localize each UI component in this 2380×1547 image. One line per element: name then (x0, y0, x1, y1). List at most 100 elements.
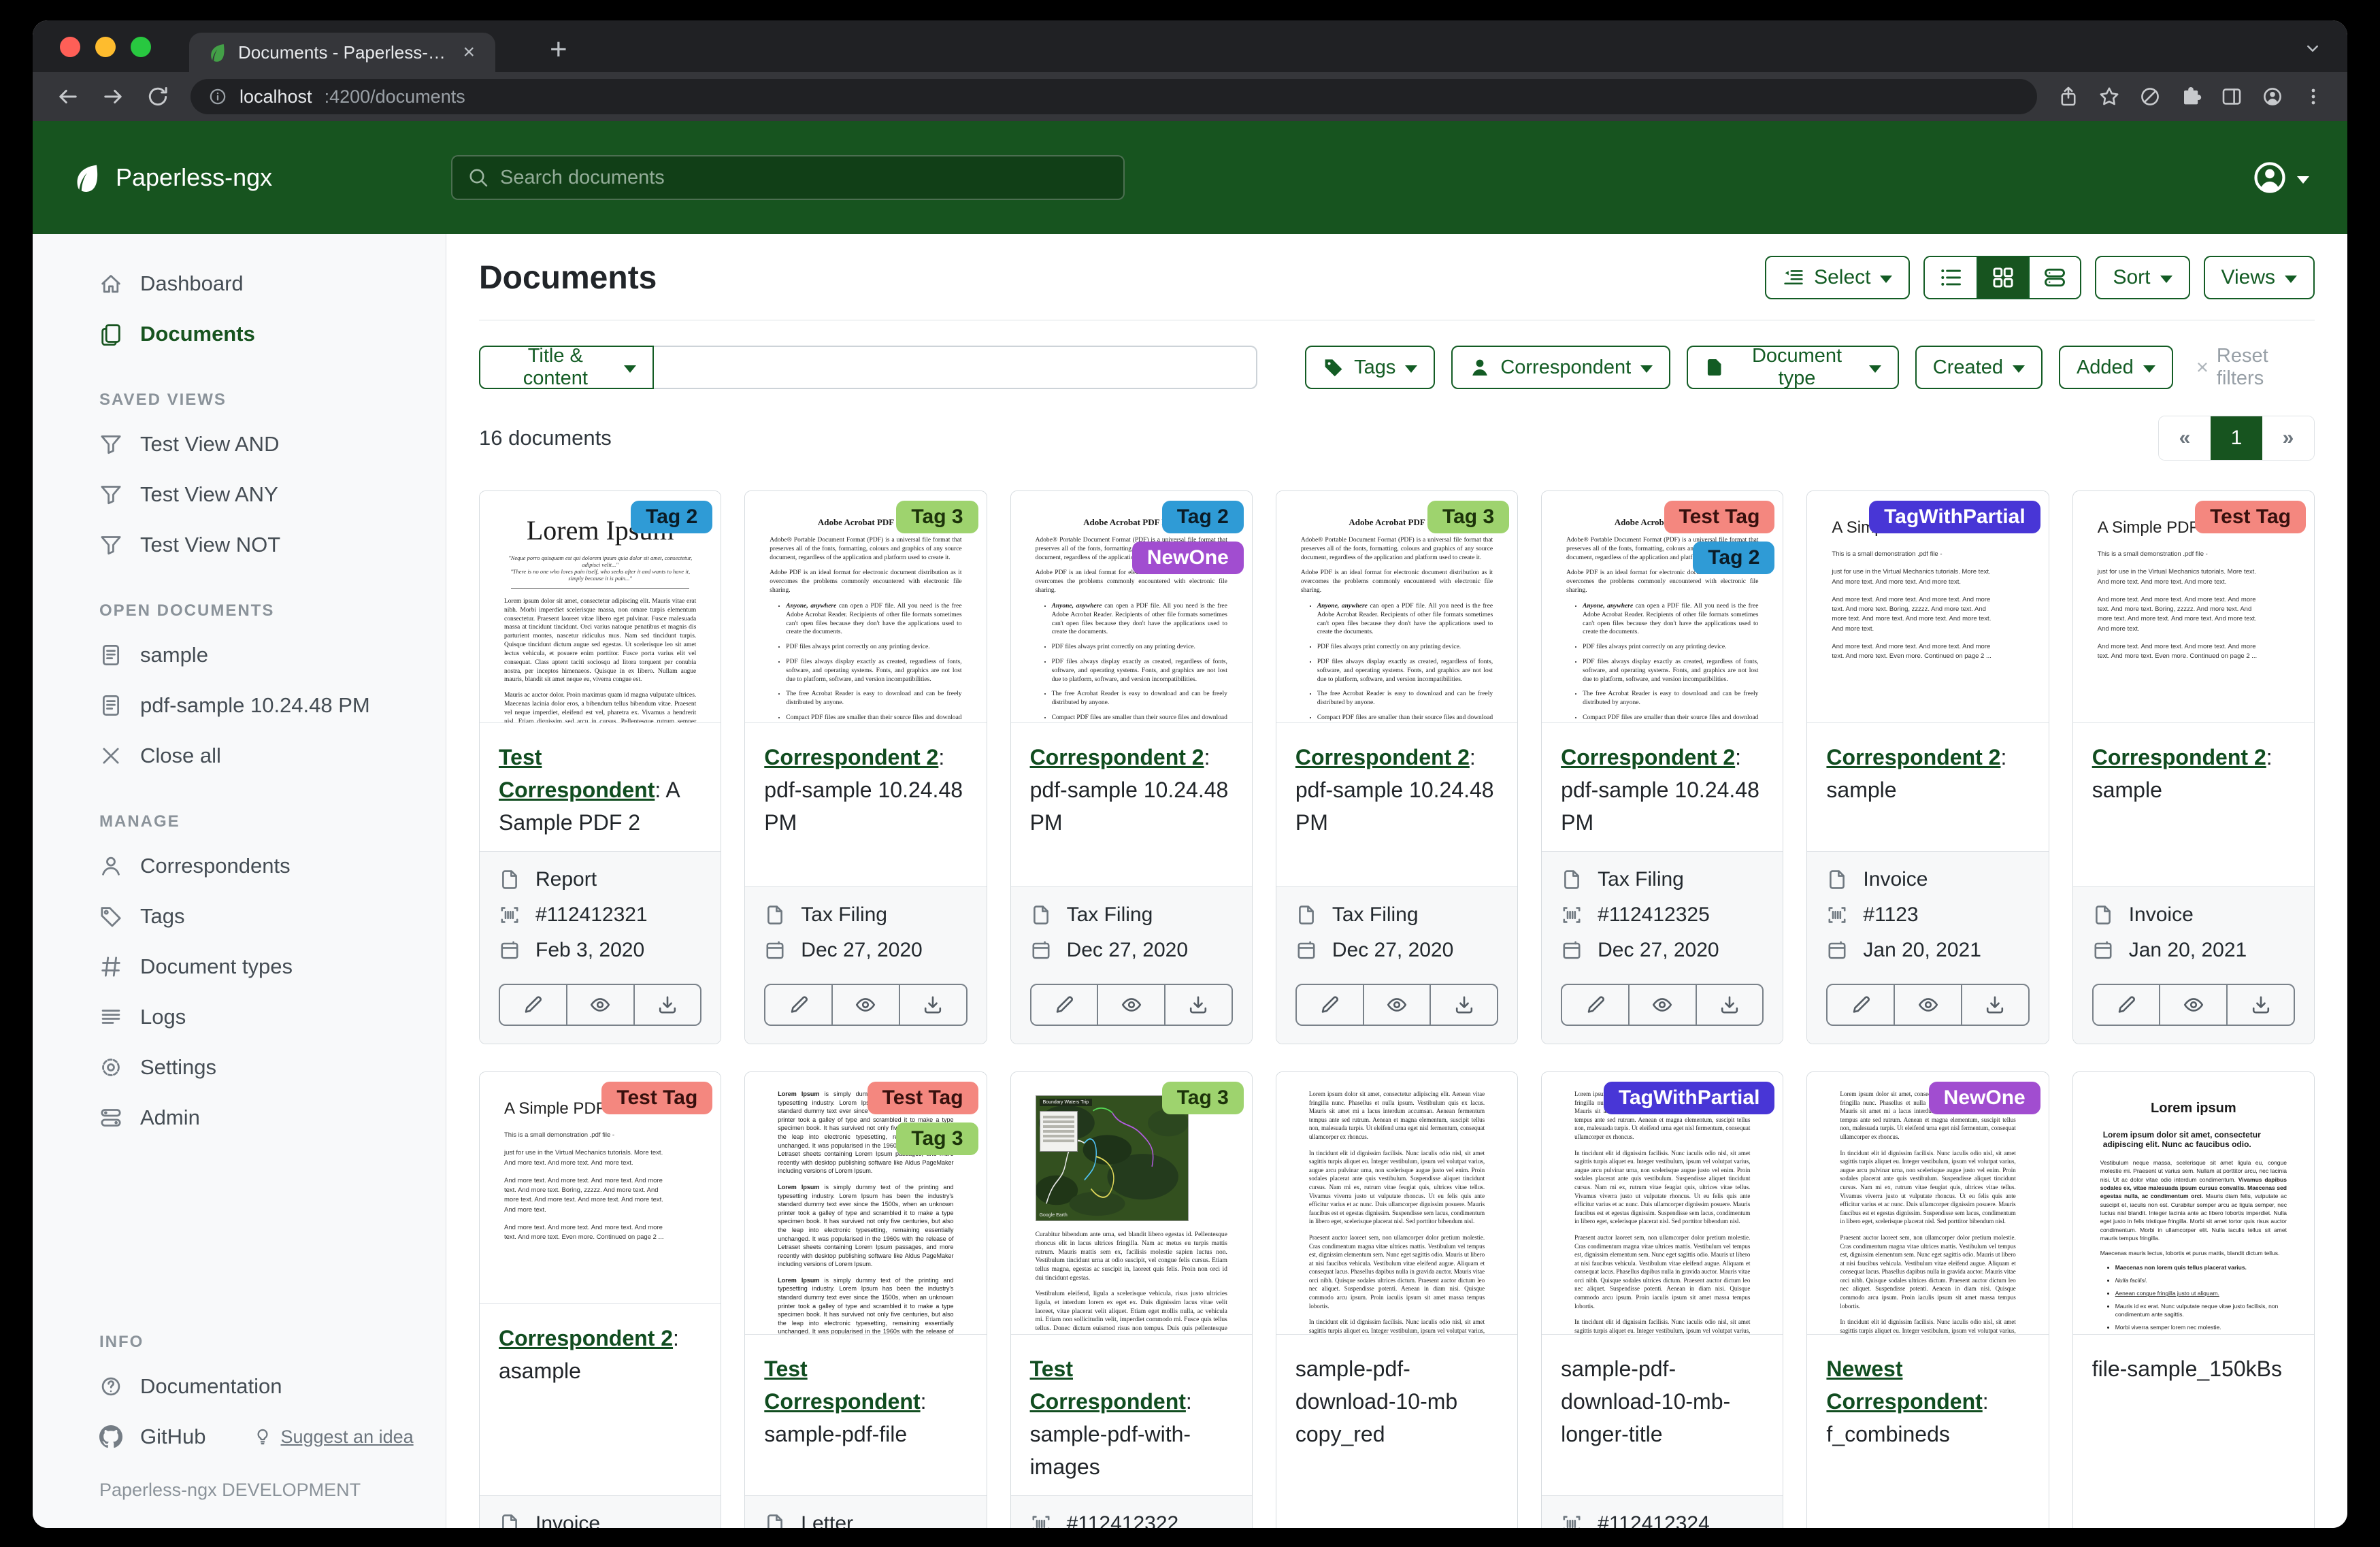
sidebar-item-tags[interactable]: Tags (33, 891, 446, 942)
correspondent-link[interactable]: Correspondent 2 (764, 745, 938, 769)
tag-badge[interactable]: TagWithPartial (1869, 501, 2040, 533)
view-button[interactable] (1628, 985, 1696, 1025)
document-thumbnail[interactable]: Adobe Acrobat PDF FilesAdobe® Portable D… (1542, 491, 1783, 722)
document-thumbnail[interactable]: Lorem ipsumLorem ipsum dolor sit amet, c… (2073, 1072, 2314, 1334)
tag-badge[interactable]: Tag 2 (1693, 542, 1774, 574)
sidebar-item-settings[interactable]: Settings (33, 1042, 446, 1093)
share-icon[interactable] (2057, 86, 2079, 107)
list-view-button[interactable] (1925, 257, 1977, 298)
tag-badge[interactable]: Tag 3 (1162, 1082, 1244, 1114)
tag-badge[interactable]: Test Tag (867, 1082, 978, 1114)
back-icon[interactable] (56, 84, 80, 109)
next-page-button[interactable]: » (2262, 416, 2314, 460)
browser-tab[interactable]: Documents - Paperless-ngx × (189, 33, 495, 72)
tag-badge[interactable]: Test Tag (1664, 501, 1775, 533)
view-button[interactable] (2159, 985, 2226, 1025)
document-thumbnail[interactable]: Lorem ipsum dolor sit amet, consectetur … (1276, 1072, 1517, 1334)
previous-page-button[interactable]: « (2159, 416, 2211, 460)
title-content-dropdown[interactable]: Title & content (479, 346, 654, 389)
tag-badge[interactable]: Tag 3 (896, 1122, 978, 1155)
sidebar-item-pdf-sample-10-24-48-pm[interactable]: pdf-sample 10.24.48 PM (33, 680, 446, 731)
bookmark-star-icon[interactable] (2098, 86, 2120, 107)
select-button[interactable]: Select (1765, 256, 1910, 299)
suggest-an-idea-link[interactable]: Suggest an idea (253, 1427, 413, 1448)
document-thumbnail[interactable]: Lorem Ipsum"Neque porro quisquam est qui… (480, 491, 721, 722)
download-button[interactable] (633, 985, 701, 1025)
edit-button[interactable] (1297, 985, 1363, 1025)
document-thumbnail[interactable]: Lorem ipsum dolor sit amet, consectetur … (1542, 1072, 1783, 1334)
address-bar[interactable]: localhost:4200/documents (191, 79, 2037, 114)
download-button[interactable] (2226, 985, 2294, 1025)
correspondent-link[interactable]: Test Correspondent (1030, 1357, 1186, 1414)
tag-badge[interactable]: NewOne (1132, 542, 1244, 574)
sidebar-item-correspondents[interactable]: Correspondents (33, 841, 446, 891)
view-button[interactable] (1363, 985, 1430, 1025)
sidebar-item-admin[interactable]: Admin (33, 1093, 446, 1143)
document-thumbnail[interactable]: A Simple PDF FileThis is a small demonst… (1807, 491, 2048, 722)
document-thumbnail[interactable]: Boundary Waters TripGoogle EarthCurabitu… (1011, 1072, 1252, 1334)
correspondent-filter-button[interactable]: Correspondent (1451, 346, 1670, 389)
correspondent-link[interactable]: Correspondent 2 (1030, 745, 1204, 769)
correspondent-link[interactable]: Correspondent 2 (2092, 745, 2266, 769)
download-button[interactable] (899, 985, 966, 1025)
site-info-icon[interactable] (208, 87, 227, 106)
search-input[interactable] (500, 167, 1108, 189)
tag-badge[interactable]: Tag 3 (896, 501, 978, 533)
edit-button[interactable] (1828, 985, 1894, 1025)
grid-view-button[interactable] (1977, 257, 2028, 298)
correspondent-link[interactable]: Correspondent 2 (1295, 745, 1470, 769)
profile-avatar-icon[interactable] (2262, 86, 2283, 107)
sidebar-item-test-view-and[interactable]: Test View AND (33, 419, 446, 469)
document-type-filter-button[interactable]: Document type (1687, 346, 1899, 389)
reload-icon[interactable] (146, 84, 170, 109)
edit-button[interactable] (765, 985, 831, 1025)
title-content-input[interactable] (654, 346, 1257, 389)
app-logo[interactable]: Paperless-ngx (71, 162, 272, 193)
download-button[interactable] (1164, 985, 1232, 1025)
view-button[interactable] (1894, 985, 1961, 1025)
view-button[interactable] (566, 985, 633, 1025)
sidebar-item-logs[interactable]: Logs (33, 992, 446, 1042)
tag-badge[interactable]: NewOne (1929, 1082, 2040, 1114)
tab-close-icon[interactable]: × (460, 42, 478, 63)
document-thumbnail[interactable]: Adobe Acrobat PDF FilesAdobe® Portable D… (745, 491, 986, 722)
document-thumbnail[interactable]: Lorem ipsum dolor sit amet, consectetur … (1807, 1072, 2048, 1334)
account-menu[interactable] (2252, 160, 2309, 195)
correspondent-link[interactable]: Newest Correspondent (1826, 1357, 1982, 1414)
browser-menu-kebab-icon[interactable] (2302, 86, 2324, 107)
sidebar-item-test-view-not[interactable]: Test View NOT (33, 520, 446, 570)
sidebar-item-document-types[interactable]: Document types (33, 942, 446, 992)
tab-list-chevron-icon[interactable] (2302, 38, 2323, 59)
tag-badge[interactable]: Test Tag (601, 1082, 712, 1114)
document-thumbnail[interactable]: A Simple PDF FileThis is a small demonst… (2073, 491, 2314, 722)
download-button[interactable] (1961, 985, 2028, 1025)
sidebar-item-sample[interactable]: sample (33, 630, 446, 680)
extensions-puzzle-icon[interactable] (2180, 86, 2202, 107)
tag-badge[interactable]: Test Tag (2195, 501, 2306, 533)
sidebar-item-test-view-any[interactable]: Test View ANY (33, 469, 446, 520)
tag-badge[interactable]: TagWithPartial (1604, 1082, 1775, 1114)
tag-badge[interactable]: Tag 2 (631, 501, 712, 533)
correspondent-link[interactable]: Test Correspondent (499, 745, 655, 802)
document-thumbnail[interactable]: A Simple PDF FileThis is a small demonst… (480, 1072, 721, 1303)
new-tab-button[interactable]: + (550, 33, 567, 67)
edit-button[interactable] (1031, 985, 1097, 1025)
edit-button[interactable] (1562, 985, 1628, 1025)
added-filter-button[interactable]: Added (2059, 346, 2173, 389)
slash-circle-icon[interactable] (2139, 86, 2161, 107)
document-thumbnail[interactable]: Lorem Ipsum is simply dummy text of the … (745, 1072, 986, 1334)
zoom-window-button[interactable] (131, 37, 151, 57)
sidebar-item-dashboard[interactable]: Dashboard (33, 259, 446, 309)
sidebar-item-documentation[interactable]: Documentation (33, 1361, 446, 1412)
forward-icon[interactable] (101, 84, 125, 109)
correspondent-link[interactable]: Correspondent 2 (499, 1326, 673, 1350)
correspondent-link[interactable]: Correspondent 2 (1826, 745, 2000, 769)
sort-button[interactable]: Sort (2095, 256, 2189, 299)
sidebar-item-close-all[interactable]: Close all (33, 731, 446, 781)
close-window-button[interactable] (60, 37, 80, 57)
edit-button[interactable] (500, 985, 566, 1025)
edit-button[interactable] (2094, 985, 2160, 1025)
views-button[interactable]: Views (2204, 256, 2315, 299)
sidebar-item-github[interactable]: GitHubSuggest an idea (33, 1412, 446, 1462)
minimize-window-button[interactable] (95, 37, 116, 57)
